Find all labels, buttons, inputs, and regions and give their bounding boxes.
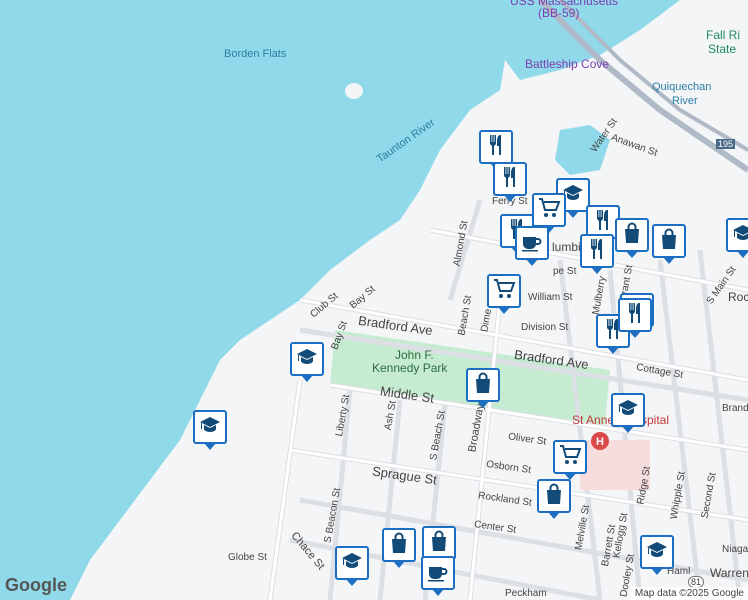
grocery-marker[interactable] bbox=[487, 274, 521, 314]
grocery-icon bbox=[492, 277, 516, 306]
hospital-h-icon: H bbox=[596, 436, 604, 448]
label-division-st: Division St bbox=[521, 322, 569, 333]
school-icon bbox=[295, 345, 319, 374]
coffee-marker[interactable] bbox=[515, 226, 549, 266]
label-peckham: Peckham bbox=[505, 588, 547, 599]
school-icon bbox=[340, 549, 364, 578]
shopping-icon bbox=[542, 482, 566, 511]
shopping-icon bbox=[471, 371, 495, 400]
shopping-icon bbox=[620, 221, 644, 250]
label-bb59: (BB-59) bbox=[538, 6, 580, 20]
label-quequechan: Quiquechan bbox=[652, 81, 712, 93]
shopping-icon bbox=[387, 531, 411, 560]
google-logo: Google bbox=[5, 575, 67, 595]
shopping-marker[interactable] bbox=[537, 479, 571, 519]
school-marker[interactable] bbox=[726, 218, 748, 258]
coffee-marker[interactable] bbox=[421, 556, 455, 596]
coffee-icon bbox=[520, 229, 544, 258]
grocery-icon bbox=[537, 196, 561, 225]
restaurant-marker[interactable] bbox=[580, 234, 614, 274]
grocery-marker[interactable] bbox=[532, 193, 566, 233]
grocery-icon bbox=[558, 443, 582, 472]
school-icon bbox=[198, 413, 222, 442]
restaurant-icon bbox=[585, 237, 609, 266]
school-icon bbox=[616, 396, 640, 425]
label-pope-st: pe St bbox=[553, 266, 577, 277]
restaurant-marker[interactable] bbox=[479, 130, 513, 170]
label-rock: Rock bbox=[728, 290, 748, 304]
label-river: River bbox=[672, 95, 698, 107]
label-state: State bbox=[708, 42, 737, 56]
grocery-marker[interactable] bbox=[553, 440, 587, 480]
shopping-icon bbox=[427, 529, 451, 558]
label-columbia: lumbi bbox=[552, 240, 581, 254]
restaurant-icon bbox=[591, 208, 615, 237]
label-jfk: John F. bbox=[395, 348, 434, 362]
school-marker[interactable] bbox=[611, 393, 645, 433]
school-marker[interactable] bbox=[290, 342, 324, 382]
label-globe: Globe St bbox=[228, 552, 267, 563]
restaurant-marker[interactable] bbox=[618, 298, 652, 338]
shopping-marker[interactable] bbox=[422, 526, 456, 566]
label-william-st: William St bbox=[528, 292, 573, 303]
label-battleship-cove: Battleship Cove bbox=[525, 57, 610, 71]
restaurant-marker[interactable] bbox=[493, 162, 527, 202]
shopping-marker[interactable] bbox=[466, 368, 500, 408]
school-icon bbox=[731, 221, 748, 250]
restaurant-icon bbox=[484, 133, 508, 162]
map-attribution[interactable]: Map data ©2025 Google bbox=[630, 587, 748, 600]
coffee-icon bbox=[426, 559, 450, 588]
label-niaga: Niaga bbox=[722, 544, 748, 555]
shopping-marker[interactable] bbox=[615, 218, 649, 258]
school-marker[interactable] bbox=[640, 535, 674, 575]
school-icon bbox=[645, 538, 669, 567]
school-marker[interactable] bbox=[193, 410, 227, 450]
label-borden-flats: Borden Flats bbox=[224, 48, 287, 60]
restaurant-icon bbox=[498, 165, 522, 194]
shopping-marker[interactable] bbox=[652, 224, 686, 264]
shopping-marker[interactable] bbox=[382, 528, 416, 568]
shopping-icon bbox=[657, 227, 681, 256]
label-jfk-2: Kennedy Park bbox=[372, 361, 448, 375]
label-warren: Warren bbox=[710, 566, 748, 580]
label-brand: Brand bbox=[722, 403, 748, 414]
restaurant-icon bbox=[623, 301, 647, 330]
label-fall-river: Fall Ri bbox=[706, 28, 741, 42]
route-195-shield: 195 bbox=[716, 139, 736, 149]
school-marker[interactable] bbox=[335, 546, 369, 586]
